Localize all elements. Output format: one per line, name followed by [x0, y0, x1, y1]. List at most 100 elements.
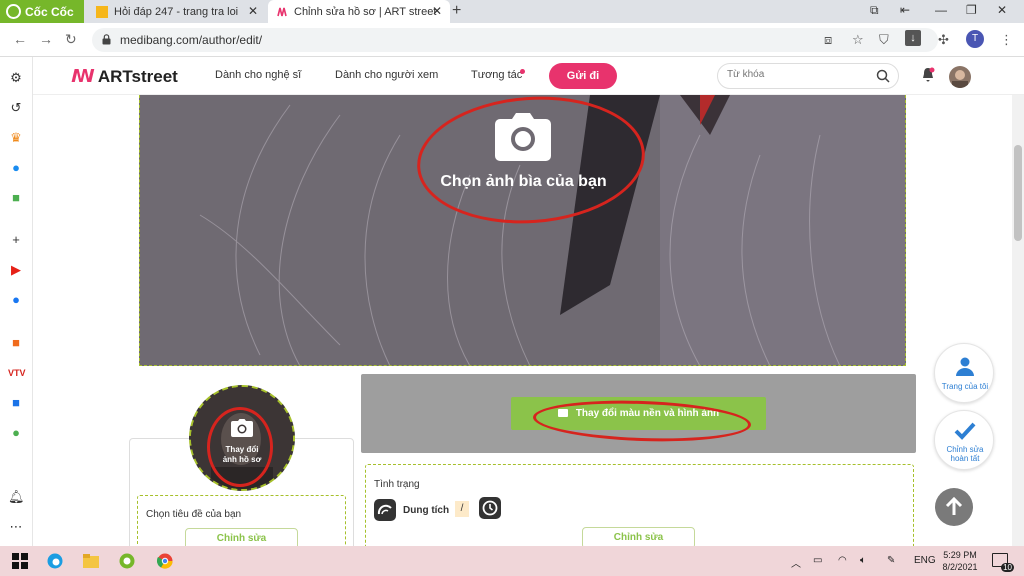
tab-search-icon[interactable]: ⇤ [900, 3, 910, 17]
capacity-label: Dung tích [403, 505, 450, 516]
nav-for-artists[interactable]: Dành cho nghệ sĩ [215, 69, 301, 81]
notification-bell-icon[interactable]: 🔔︎ [8, 489, 25, 505]
facebook-icon[interactable]: ● [8, 292, 24, 308]
gauge-icon [374, 499, 396, 521]
coccoc-taskbar-icon[interactable] [119, 553, 135, 569]
checkmark-icon [954, 422, 976, 440]
hoidap-favicon-icon [96, 5, 108, 18]
site-header: ꟿ ARTstreet Dành cho nghệ sĩ Dành cho ng… [33, 57, 1024, 95]
minimize-icon[interactable]: — [935, 3, 947, 17]
action-center-icon[interactable]: 10 [992, 553, 1014, 572]
artstreet-logo[interactable]: ꟿ ARTstreet [71, 66, 178, 87]
status-label: Tình trạng [374, 479, 420, 490]
menu-dots-icon[interactable]: ⋮ [1000, 32, 1013, 48]
vtv-icon[interactable]: VTV [8, 365, 26, 381]
artstreet-favicon-icon [276, 6, 288, 18]
app-88-icon[interactable]: ■ [8, 335, 24, 351]
windows-start-icon[interactable] [12, 553, 28, 569]
messenger-icon[interactable]: ● [8, 160, 24, 176]
profile-photo[interactable]: Thay đổi ảnh hồ sơ [189, 385, 295, 491]
browser-tab-bar: Cốc Cốc Hỏi đáp 247 - trang tra loi ✕ Ch… [0, 0, 1024, 23]
new-tab-icon[interactable]: + [452, 2, 461, 20]
back-icon[interactable]: ← [13, 31, 27, 47]
submit-button[interactable]: Gửi đi [549, 63, 617, 89]
arrow-up-icon [945, 496, 963, 515]
tab-title: Chỉnh sửa hồ sơ | ART street [294, 5, 437, 18]
user-icon [956, 357, 974, 376]
tab-close-icon[interactable]: ✕ [432, 4, 442, 18]
restore-icon[interactable]: ❐ [966, 3, 977, 17]
cover-image-area[interactable]: Chọn ảnh bìa của bạn [139, 95, 906, 366]
notification-bell-icon[interactable] [921, 67, 935, 83]
browser-sidebar: ⚙ ↺ ♛ ● ■ + ▶ ● ■ VTV ■ ● 🔔︎ ⋯ [0, 57, 33, 546]
close-window-icon[interactable]: ✕ [997, 3, 1007, 17]
battery-icon[interactable]: ▭ [813, 555, 822, 566]
game-icon[interactable]: ■ [8, 190, 24, 206]
system-clock[interactable]: 5:29 PM 8/2/2021 [938, 549, 982, 573]
reading-list-icon[interactable]: ⧉ [870, 3, 879, 18]
tab-title: Hỏi đáp 247 - trang tra loi [114, 5, 239, 18]
clock-date: 8/2/2021 [942, 562, 978, 572]
clock-icon [479, 497, 501, 519]
search-icon[interactable] [876, 69, 890, 83]
browser-brand[interactable]: Cốc Cốc [0, 0, 84, 23]
url-text: medibang.com/author/edit/ [120, 33, 263, 47]
extensions-icon[interactable]: ✣ [938, 32, 949, 48]
address-bar: ← → ↻ medibang.com/author/edit/ ⧈ ☆ ⛉ ↓ … [0, 23, 1024, 57]
edit-done-button[interactable]: Chỉnh sửa hoàn tất [934, 410, 994, 470]
forward-icon[interactable]: → [39, 31, 53, 47]
file-explorer-icon[interactable] [83, 553, 99, 569]
interaction-badge [520, 69, 525, 74]
capacity-value: / [455, 501, 469, 517]
windows-taskbar: ︿ ▭ ◠ 🔈︎ ✎ ENG 5:29 PM 8/2/2021 10 [0, 546, 1024, 576]
user-avatar[interactable] [949, 66, 971, 88]
edit-done-label: Chỉnh sửa hoàn tất [935, 445, 995, 463]
download-icon[interactable]: ↓ [905, 30, 921, 46]
annotation-oval [207, 407, 273, 487]
scroll-top-button[interactable] [935, 488, 973, 526]
url-field[interactable]: medibang.com/author/edit/ [92, 28, 938, 52]
my-page-button[interactable]: Trang của tôi [934, 343, 994, 403]
coccoc-logo-icon [6, 4, 21, 19]
theme-panel: Thay đổi màu nền và hình ảnh [361, 374, 916, 453]
browser-brand-label: Cốc Cốc [25, 4, 74, 19]
youtube-icon[interactable]: ▶ [8, 262, 24, 278]
chrome-icon[interactable] [157, 553, 173, 569]
profile-avatar[interactable]: T [966, 30, 984, 48]
translate-icon[interactable]: ⧈ [824, 32, 832, 48]
add-shortcut-icon[interactable]: + [8, 232, 24, 248]
shield-extension-icon[interactable]: ⛉ [879, 32, 889, 48]
maps-icon[interactable]: ● [8, 425, 24, 441]
language-indicator[interactable]: ENG [914, 555, 936, 566]
notification-count: 10 [1001, 563, 1014, 572]
search-input[interactable] [727, 69, 867, 80]
tab-hoidap[interactable]: Hỏi đáp 247 - trang tra loi ✕ [88, 0, 266, 23]
edit-done-label-line1: Chỉnh sửa [946, 445, 984, 454]
crown-icon[interactable]: ♛ [8, 130, 24, 146]
wifi-icon[interactable]: ◠ [838, 555, 847, 566]
history-icon[interactable]: ↺ [8, 100, 24, 116]
reload-icon[interactable]: ↻ [65, 31, 77, 48]
search-box [717, 63, 899, 89]
clock-time: 5:29 PM [943, 550, 977, 560]
tray-expand-icon[interactable]: ︿ [791, 555, 801, 570]
edge-icon[interactable] [47, 553, 63, 569]
artstreet-mark-icon: ꟿ [71, 66, 95, 86]
pen-icon[interactable]: ✎ [887, 555, 895, 566]
scrollbar-thumb[interactable] [1014, 145, 1022, 241]
tab-artstreet[interactable]: Chỉnh sửa hồ sơ | ART street ✕ [268, 0, 450, 23]
site-logo-text: ARTstreet [97, 66, 178, 86]
tab-close-icon[interactable]: ✕ [248, 4, 258, 18]
edit-done-label-line2: hoàn tất [950, 454, 980, 463]
page-scrollbar[interactable] [1012, 95, 1024, 546]
bookmark-star-icon[interactable]: ☆ [852, 32, 864, 48]
settings-gear-icon[interactable]: ⚙ [8, 70, 24, 86]
tiki-icon[interactable]: ■ [8, 395, 24, 411]
volume-icon[interactable]: 🔈︎ [860, 555, 866, 566]
nav-interaction[interactable]: Tương tác [471, 69, 522, 81]
title-label: Chọn tiêu đề của bạn [146, 509, 242, 520]
nav-for-viewers[interactable]: Dành cho người xem [335, 69, 438, 81]
lock-icon [102, 34, 111, 45]
more-icon[interactable]: ⋯ [8, 519, 24, 535]
my-page-label: Trang của tôi [941, 382, 989, 391]
